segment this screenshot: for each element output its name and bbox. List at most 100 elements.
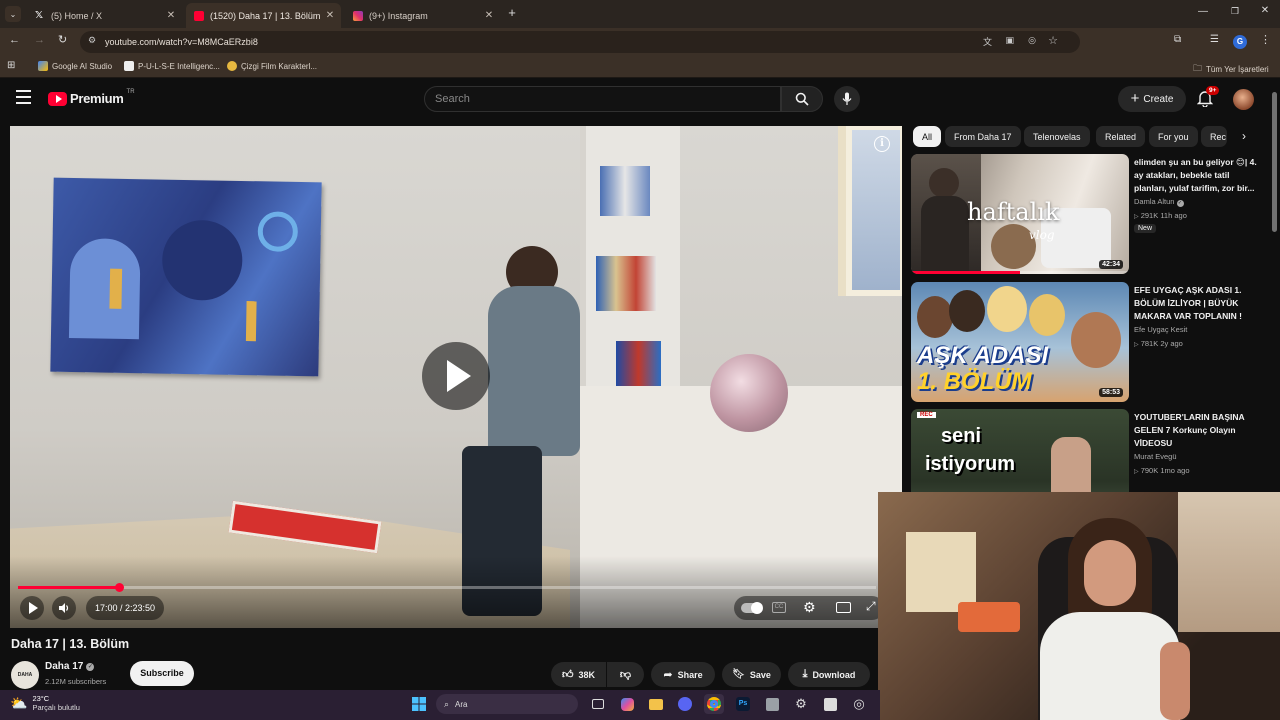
thumbs-up-icon: 👍︎ bbox=[561, 669, 574, 681]
chevron-right-icon[interactable]: › bbox=[1233, 126, 1255, 147]
settings-gear-icon[interactable]: ⚙ bbox=[791, 694, 811, 714]
profile-avatar[interactable]: G bbox=[1233, 35, 1247, 49]
address-bar[interactable]: ⚙ youtube.com/watch?v=M8MCaERzbi8 文 ▣ ◎ … bbox=[80, 31, 1080, 53]
search-input[interactable]: Search bbox=[424, 86, 781, 112]
rec-channel[interactable]: Damla Altun ✓ bbox=[1134, 197, 1184, 207]
chip-recent[interactable]: Rec bbox=[1201, 126, 1227, 147]
info-icon[interactable]: i bbox=[874, 136, 890, 152]
video-thumbnail[interactable]: AŞK ADASI 1. BÖLÜM 58:53 bbox=[911, 282, 1129, 402]
taskbar-search[interactable]: ⌕ Ara bbox=[436, 694, 578, 714]
account-avatar[interactable] bbox=[1233, 89, 1254, 110]
bookmark-cizgi-film[interactable]: Çizgi Film Karakterl... bbox=[227, 61, 317, 71]
video-player[interactable]: i 17:00 / 2:23:50 CC ⚙ ⤢ bbox=[10, 126, 902, 628]
chrome-icon[interactable] bbox=[704, 694, 724, 714]
chip-all[interactable]: All bbox=[913, 126, 942, 147]
youtube-play-logo-icon bbox=[48, 91, 67, 106]
apps-grid-icon[interactable]: ⊞ bbox=[7, 60, 15, 71]
recommendation-item[interactable]: haftalık vlog 42:34 elimden şu an bu gel… bbox=[911, 154, 1261, 276]
video-thumbnail[interactable]: haftalık vlog 42:34 bbox=[911, 154, 1129, 274]
all-bookmarks-folder[interactable]: 🗀 Tüm Yer İşaretleri bbox=[1193, 61, 1269, 77]
menu-kebab-icon[interactable]: ⋮ bbox=[1260, 33, 1271, 46]
install-icon[interactable]: ▣ bbox=[1005, 35, 1014, 46]
rec-channel[interactable]: Efe Uygaç Kesit bbox=[1134, 325, 1187, 334]
bookmark-pulse[interactable]: P-U-L-S-E Intelligenc... bbox=[124, 61, 220, 71]
subscribe-button[interactable]: Subscribe bbox=[130, 661, 194, 686]
search-button[interactable] bbox=[781, 86, 823, 112]
file-explorer-icon[interactable] bbox=[646, 694, 666, 714]
folder-icon: 🗀 bbox=[1193, 63, 1203, 73]
thumbs-down-icon: 👎︎ bbox=[619, 669, 632, 681]
recommendation-item[interactable]: AŞK ADASI 1. BÖLÜM 58:53 EFE UYGAÇ AŞK A… bbox=[911, 282, 1261, 404]
restore-button[interactable]: ❐ bbox=[1228, 6, 1242, 20]
share-button[interactable]: ➦ Share bbox=[651, 662, 715, 687]
reload-icon[interactable]: ↻ bbox=[58, 33, 67, 46]
close-icon[interactable]: ✕ bbox=[323, 10, 337, 21]
close-icon[interactable]: ✕ bbox=[164, 10, 178, 21]
theater-mode-icon[interactable] bbox=[836, 602, 851, 613]
save-button[interactable]: 🔖︎ Save bbox=[722, 662, 781, 687]
chip-telenovelas[interactable]: Telenovelas bbox=[1024, 126, 1090, 147]
forward-icon[interactable]: → bbox=[34, 34, 45, 46]
create-button[interactable]: + Create bbox=[1118, 86, 1186, 112]
chip-related[interactable]: Related bbox=[1096, 126, 1146, 147]
photoshop-icon[interactable]: Ps bbox=[733, 694, 753, 714]
chip-for-you[interactable]: For you bbox=[1149, 126, 1198, 147]
wall-painting bbox=[50, 177, 322, 377]
translate-icon[interactable]: 文 bbox=[983, 35, 992, 48]
channel-name[interactable]: Daha 17 ✓ bbox=[45, 661, 95, 672]
copilot-icon[interactable] bbox=[617, 694, 637, 714]
bookmark-star-icon[interactable]: ☆ bbox=[1048, 34, 1058, 47]
windows-start-icon[interactable] bbox=[409, 694, 429, 714]
network-app-icon[interactable]: ◎ bbox=[849, 694, 869, 714]
discord-icon[interactable] bbox=[675, 694, 695, 714]
hamburger-menu-icon[interactable] bbox=[16, 90, 31, 104]
wall-shelf bbox=[1178, 492, 1280, 632]
task-view-icon[interactable] bbox=[588, 694, 608, 714]
notifications-button[interactable]: 9+ bbox=[1196, 86, 1220, 108]
tab-youtube[interactable]: (1520) Daha 17 | 13. Bölüm - YouTube ✕ bbox=[186, 3, 341, 28]
close-window-button[interactable]: ✕ bbox=[1258, 5, 1272, 19]
channel-avatar[interactable]: DAHA bbox=[11, 661, 39, 689]
weather-widget[interactable]: ⛅ 23°C Parçalı bulutlu bbox=[10, 694, 80, 712]
chip-from-daha-17[interactable]: From Daha 17 bbox=[945, 126, 1021, 147]
thumb-subtitle: 1. BÖLÜM bbox=[917, 368, 1032, 395]
voice-search-button[interactable] bbox=[834, 86, 860, 112]
autoplay-toggle[interactable] bbox=[741, 602, 763, 614]
video-thumbnail[interactable]: REC seni istiyorum bbox=[911, 409, 1129, 493]
rec-title[interactable]: EFE UYGAÇ AŞK ADASI 1. BÖLÜM İZLİYOR | B… bbox=[1134, 284, 1264, 323]
mute-button[interactable] bbox=[52, 596, 76, 620]
big-play-button[interactable] bbox=[422, 342, 490, 410]
settings-gear-icon[interactable]: ⚙ bbox=[803, 599, 816, 616]
app-grid-icon[interactable] bbox=[762, 694, 782, 714]
reading-list-icon[interactable]: ☰ bbox=[1210, 34, 1219, 45]
minimize-button[interactable]: — bbox=[1196, 6, 1210, 20]
tab-x-home[interactable]: 𝕏 (5) Home / X ✕ bbox=[27, 3, 182, 28]
dislike-button[interactable]: 👎︎ bbox=[607, 662, 644, 687]
extensions-icon[interactable]: ⧉ bbox=[1174, 34, 1181, 45]
close-icon[interactable]: ✕ bbox=[482, 10, 496, 21]
media-app-icon[interactable] bbox=[820, 694, 840, 714]
bookmark-google-ai-studio[interactable]: Google AI Studio bbox=[38, 61, 112, 71]
share-arrow-icon: ➦ bbox=[663, 669, 673, 681]
play-button[interactable] bbox=[20, 596, 44, 620]
tab-search-icon[interactable]: ⌄ bbox=[5, 6, 21, 22]
new-tab-button[interactable]: + bbox=[504, 5, 520, 21]
rec-title[interactable]: YOUTUBER'LARIN BAŞINA GELEN 7 Korkunç Ol… bbox=[1134, 411, 1261, 450]
youtube-premium-logo[interactable]: Premium TR bbox=[48, 89, 135, 106]
progress-bar[interactable] bbox=[18, 583, 876, 592]
download-button[interactable]: ⤓ Download bbox=[788, 662, 870, 687]
site-info-icon[interactable]: ⚙ bbox=[88, 35, 96, 46]
eye-off-icon[interactable]: ◎ bbox=[1028, 35, 1036, 46]
like-button[interactable]: 👍︎ 38K bbox=[551, 662, 606, 687]
person-arm bbox=[1160, 642, 1190, 720]
rec-title[interactable]: elimden şu an bu geliyor 😊| 4. ay atakla… bbox=[1134, 156, 1264, 195]
fullscreen-icon[interactable]: ⤢ bbox=[866, 599, 876, 614]
crystal-ball bbox=[710, 354, 788, 432]
tab-instagram[interactable]: (9+) Instagram ✕ bbox=[345, 3, 500, 28]
back-icon[interactable]: ← bbox=[9, 34, 20, 46]
duration-badge: 58:53 bbox=[1099, 388, 1123, 397]
recommendation-item[interactable]: REC seni istiyorum YOUTUBER'LARIN BAŞINA… bbox=[911, 409, 1261, 493]
rec-channel[interactable]: Murat Evegü bbox=[1134, 452, 1177, 461]
watch-progress bbox=[911, 271, 1129, 274]
subtitles-icon[interactable]: CC bbox=[772, 602, 786, 613]
